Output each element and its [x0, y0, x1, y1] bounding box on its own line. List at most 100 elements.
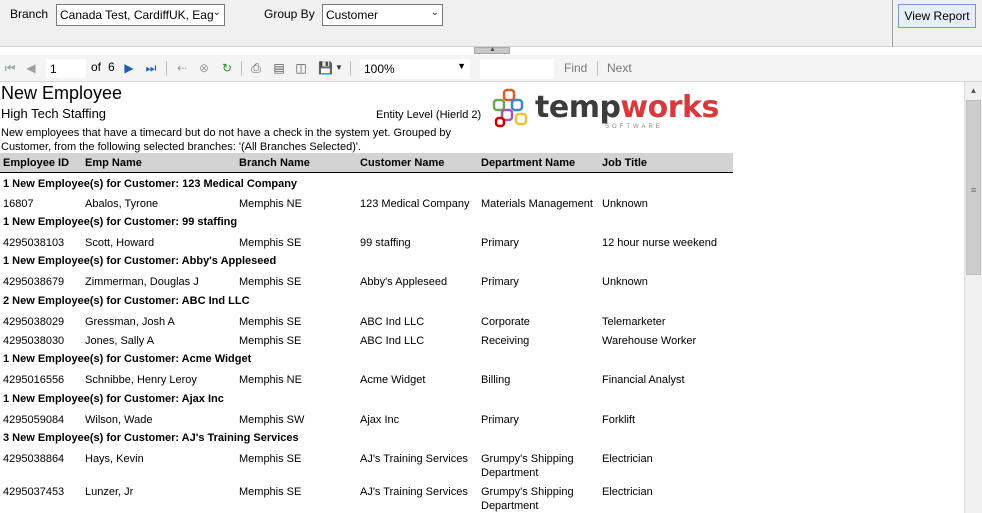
- toolbar-separator: [241, 61, 242, 76]
- table-cell: Acme Widget: [360, 374, 426, 386]
- table-cell: Abalos, Tyrone: [85, 198, 159, 210]
- logo-mark-icon: [492, 88, 528, 128]
- scroll-up-icon[interactable]: ▲: [965, 82, 982, 99]
- groupby-select[interactable]: Customer ⌄: [322, 4, 443, 26]
- back-icon[interactable]: ⇠: [175, 61, 189, 75]
- table-cell: Memphis SE: [239, 316, 302, 328]
- group-header: 1 New Employee(s) for Customer: 99 staff…: [3, 216, 238, 228]
- table-cell: Primary: [481, 237, 519, 249]
- groupby-label: Group By: [264, 7, 315, 21]
- table-cell: AJ's Training Services: [360, 453, 468, 465]
- table-cell: Scott, Howard: [85, 237, 155, 249]
- collapse-parameters-handle[interactable]: ▲: [474, 46, 510, 54]
- branch-select-value: Canada Test, CardiffUK, Eag: [60, 8, 214, 22]
- table-cell: Primary: [481, 414, 519, 426]
- table-cell: Memphis SE: [239, 237, 302, 249]
- previous-page-icon[interactable]: ◀: [24, 61, 38, 75]
- export-dropdown-icon[interactable]: ▼: [332, 61, 346, 75]
- table-cell: Jones, Sally A: [85, 335, 155, 347]
- table-cell: Memphis NE: [239, 198, 302, 210]
- group-header: 1 New Employee(s) for Customer: Ajax Inc: [3, 393, 224, 405]
- page-number-input[interactable]: [46, 59, 86, 78]
- table-cell: Abby's Appleseed: [360, 276, 448, 288]
- table-cell: ABC Ind LLC: [360, 335, 425, 347]
- table-cell: Receiving: [481, 335, 530, 347]
- report-toolbar: ⏮ ◀ of 6 ▶ ⏭ ⇠ ⊗ ↻ ⎙ ▤ ◫ 💾 ▼ 100% ▼ Find…: [0, 55, 982, 82]
- print-icon[interactable]: ⎙: [249, 61, 263, 75]
- table-cell: Memphis SE: [239, 276, 302, 288]
- table-cell: 4295038864: [3, 453, 65, 465]
- table-cell: 99 staffing: [360, 237, 411, 249]
- table-cell: Memphis SE: [239, 453, 302, 465]
- parameter-bar: Branch Canada Test, CardiffUK, Eag ⌄ Gro…: [0, 0, 982, 47]
- of-label: of: [91, 60, 102, 74]
- table-cell: Electrician: [602, 486, 653, 498]
- table-cell: Ajax Inc: [360, 414, 400, 426]
- branch-select[interactable]: Canada Test, CardiffUK, Eag ⌄: [56, 4, 225, 26]
- zoom-select[interactable]: 100% ▼: [360, 59, 470, 79]
- scrollbar-thumb[interactable]: ≡: [966, 100, 981, 275]
- table-cell: 16807: [3, 198, 34, 210]
- table-cell: Primary: [481, 276, 519, 288]
- chevron-up-icon: ▲: [489, 46, 496, 53]
- vertical-scrollbar[interactable]: ▲ ≡: [964, 82, 982, 513]
- print-layout-icon[interactable]: ▤: [272, 61, 286, 75]
- column-header: Employee ID: [3, 157, 70, 169]
- table-cell: Memphis NE: [239, 374, 302, 386]
- find-link[interactable]: Find: [564, 61, 587, 75]
- refresh-icon[interactable]: ↻: [220, 61, 234, 75]
- next-page-icon[interactable]: ▶: [122, 61, 136, 75]
- last-page-icon[interactable]: ⏭: [144, 61, 158, 75]
- table-cell: 4295038030: [3, 335, 65, 347]
- group-header: 2 New Employee(s) for Customer: ABC Ind …: [3, 295, 250, 307]
- first-page-icon[interactable]: ⏮: [3, 61, 17, 75]
- column-header: Branch Name: [239, 157, 310, 169]
- company-name: High Tech Staffing: [1, 106, 107, 121]
- table-cell: 12 hour nurse weekend: [602, 237, 717, 249]
- table-cell: 4295038029: [3, 316, 65, 328]
- table-cell: 123 Medical Company: [360, 198, 470, 210]
- export-save-icon[interactable]: 💾: [318, 61, 333, 75]
- table-cell: 4295038103: [3, 237, 65, 249]
- table-cell: Financial Analyst: [602, 374, 685, 386]
- table-cell: Billing: [481, 374, 511, 386]
- report-description: New employees that have a timecard but d…: [1, 127, 452, 153]
- table-cell: Memphis SE: [239, 335, 302, 347]
- page-setup-icon[interactable]: ◫: [294, 61, 308, 75]
- table-cell: Memphis SE: [239, 486, 302, 498]
- view-report-button[interactable]: View Report: [898, 4, 976, 28]
- toolbar-separator: [166, 61, 167, 76]
- report-title: New Employee: [1, 83, 123, 103]
- table-cell: Warehouse Worker: [602, 335, 697, 347]
- branch-label: Branch: [10, 7, 49, 21]
- table-cell: 4295059084: [3, 414, 65, 426]
- find-next-link[interactable]: Next: [607, 61, 632, 75]
- entity-level: Entity Level (Hierld 2): [376, 109, 482, 121]
- table-cell: Electrician: [602, 453, 653, 465]
- column-header: Customer Name: [360, 157, 445, 169]
- find-text-input[interactable]: [480, 59, 554, 79]
- zoom-value: 100%: [364, 62, 395, 76]
- toolbar-separator: [350, 61, 351, 76]
- stop-icon[interactable]: ⊗: [197, 61, 211, 75]
- table-cell: Grumpy's Shipping Department: [481, 453, 574, 479]
- table-cell: Corporate: [481, 316, 530, 328]
- group-header: 3 New Employee(s) for Customer: AJ's Tra…: [3, 432, 299, 444]
- group-header: 1 New Employee(s) for Customer: Abby's A…: [3, 255, 277, 267]
- group-header: 1 New Employee(s) for Customer: 123 Medi…: [3, 178, 298, 190]
- table-cell: Gressman, Josh A: [85, 316, 175, 328]
- column-header: Department Name: [481, 157, 576, 169]
- table-cell: Unknown: [602, 276, 648, 288]
- table-cell: Hays, Kevin: [85, 453, 144, 465]
- table-cell: 4295038679: [3, 276, 65, 288]
- table-cell: Wilson, Wade: [85, 414, 153, 426]
- table-cell: Lunzer, Jr: [85, 486, 134, 498]
- logo-wordmark: tempworks: [535, 90, 719, 125]
- table-cell: Zimmerman, Douglas J: [85, 276, 199, 288]
- column-header: Emp Name: [85, 157, 142, 169]
- group-header: 1 New Employee(s) for Customer: Acme Wid…: [3, 353, 252, 365]
- table-cell: ABC Ind LLC: [360, 316, 425, 328]
- logo-subtext: SOFTWARE: [605, 124, 663, 130]
- table-header: Employee ID Emp Name Branch Name Custome…: [0, 153, 733, 173]
- table-cell: Materials Management: [481, 198, 593, 210]
